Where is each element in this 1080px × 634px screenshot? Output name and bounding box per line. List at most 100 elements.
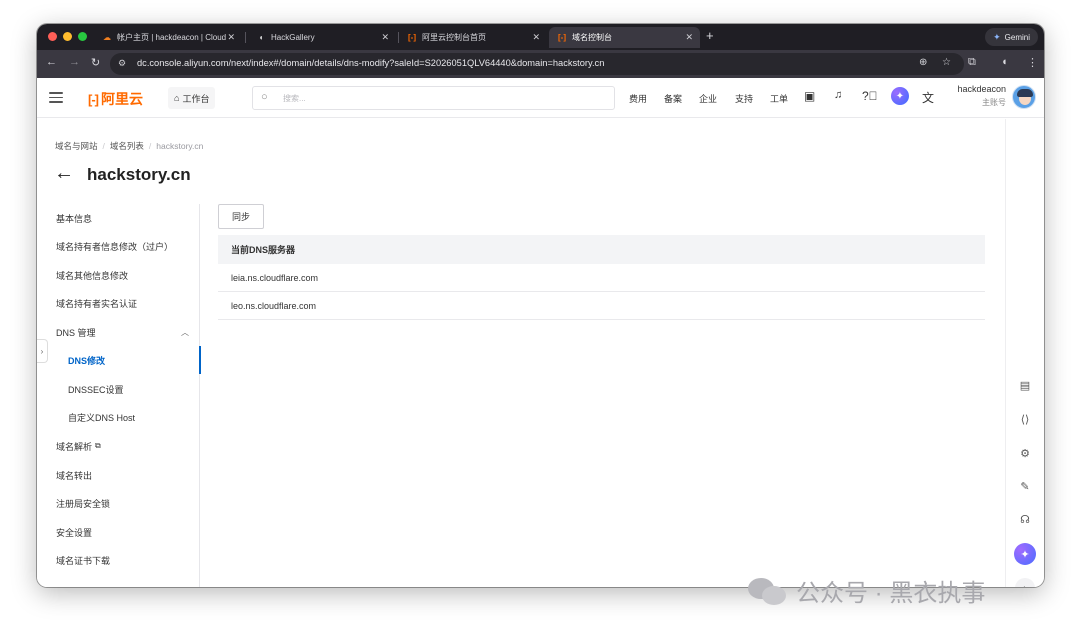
nav-tickets[interactable]: 工单 <box>770 92 788 105</box>
bell-icon[interactable]: ♫ <box>834 89 842 101</box>
url-text[interactable]: dc.console.aliyun.com/next/index#/domain… <box>137 58 604 68</box>
tab-strip: ☁ 帐户主页 | hackdeacon | Cloud ✕ ◖ HackGall… <box>37 24 1044 50</box>
close-tab-icon[interactable]: ✕ <box>227 32 235 43</box>
sidebar-item-label: 域名其他信息修改 <box>56 270 129 281</box>
address-bar[interactable]: ⚙ dc.console.aliyun.com/next/index#/doma… <box>110 53 964 75</box>
language-icon[interactable]: 文 <box>922 89 934 106</box>
chevron-right-icon[interactable]: › <box>1015 578 1035 587</box>
zoom-window-button[interactable] <box>78 32 87 41</box>
chevron-up-icon: ︿ <box>181 327 189 337</box>
user-info[interactable]: hackdeacon 主账号 <box>957 84 1006 108</box>
tab-hackgallery[interactable]: ◖ HackGallery ✕ <box>248 27 396 48</box>
sidebar-item-basic-info[interactable]: 基本信息 <box>37 204 200 232</box>
sync-button[interactable]: 同步 <box>218 204 264 229</box>
table-row: leia.ns.cloudflare.com <box>218 264 985 292</box>
sidebar-item-label: 域名解析 <box>56 441 93 452</box>
table-row: leo.ns.cloudflare.com <box>218 292 985 320</box>
nav-icp-filing[interactable]: 备案 <box>664 92 682 105</box>
tab-domain-console[interactable]: [-] 域名控制台 ✕ <box>549 27 700 48</box>
home-icon: ⌂ <box>174 93 180 103</box>
ai-assistant-icon[interactable]: ✦ <box>1014 543 1036 565</box>
watermark-text: 公众号 · 黑衣执事 <box>796 580 986 607</box>
sidebar-item-real-name[interactable]: 域名持有者实名认证 <box>37 289 200 317</box>
menu-hamburger-icon[interactable] <box>49 92 63 103</box>
close-tab-icon[interactable]: ✕ <box>685 32 693 43</box>
back-arrow-icon[interactable]: ← <box>54 163 74 183</box>
tab-aliyun-home[interactable]: [-] 阿里云控制台首页 ✕ <box>399 27 547 48</box>
sidebar-item-dns-resolve[interactable]: 域名解析 ⧉ <box>37 432 200 460</box>
cloudflare-icon: ☁ <box>103 33 111 42</box>
settings-gear-icon[interactable]: ⚙ <box>1018 446 1032 460</box>
zoom-icon[interactable]: ⊕ <box>919 57 927 68</box>
user-role: 主账号 <box>982 98 1006 107</box>
close-tab-icon[interactable]: ✕ <box>381 32 389 43</box>
sidebar-item-dns-management[interactable]: DNS 管理 ︿ <box>37 318 200 346</box>
new-tab-button[interactable]: + <box>706 28 714 43</box>
bookmark-star-icon[interactable]: ☆ <box>942 57 951 68</box>
console-search-input[interactable]: ○ 搜索... <box>252 86 615 110</box>
customer-service-icon[interactable]: ☊ <box>1018 512 1032 526</box>
sidebar-item-transfer-out[interactable]: 域名转出 <box>37 461 200 489</box>
watermark: 公众号 · 黑衣执事 <box>748 573 985 608</box>
workbench-button[interactable]: ⌂ 工作台 <box>168 87 216 109</box>
tab-title: HackGallery <box>271 33 315 42</box>
document-icon[interactable]: ▤ <box>1018 378 1032 392</box>
browser-menu-icon[interactable]: ⋮ <box>1027 56 1038 69</box>
gallery-icon: ◖ <box>258 33 264 42</box>
tab-cloudflare-account[interactable]: ☁ 帐户主页 | hackdeacon | Cloud ✕ <box>94 27 242 48</box>
help-icon[interactable]: ?⃝ <box>862 89 878 103</box>
sidebar-item-label: 注册局安全锁 <box>56 498 111 509</box>
console-header: [-] 阿里云 ⌂ 工作台 ○ 搜索... 费用 备案 企业 支持 工单 ▣ ♫… <box>37 78 1044 118</box>
close-tab-icon[interactable]: ✕ <box>532 32 540 43</box>
sidebar-item-dns-modify[interactable]: DNS修改 <box>37 346 201 374</box>
expand-panel-chevron-icon[interactable]: › <box>37 339 48 363</box>
avatar[interactable] <box>1012 85 1036 109</box>
breadcrumb-domains-websites[interactable]: 域名与网站 <box>55 141 98 151</box>
user-name: hackdeacon <box>957 84 1006 94</box>
nav-billing[interactable]: 费用 <box>629 92 647 105</box>
aliyun-icon: [-] <box>408 33 416 42</box>
close-window-button[interactable] <box>48 32 57 41</box>
address-toolbar: ← → ↻ ⚙ dc.console.aliyun.com/next/index… <box>37 50 1044 78</box>
extensions-icon[interactable]: ⧉ <box>968 56 976 69</box>
sidebar-item-dnssec[interactable]: DNSSEC设置 <box>37 375 200 403</box>
sidebar-item-cert-download[interactable]: 域名证书下载 <box>37 546 200 574</box>
sidebar-item-custom-dns-host[interactable]: 自定义DNS Host <box>37 403 200 431</box>
forward-button-icon[interactable]: → <box>69 56 80 68</box>
sidebar-item-label: 域名转出 <box>56 470 93 481</box>
sidebar-item-label: 域名持有者信息修改（过户） <box>56 241 174 252</box>
sidebar-item-label: DNS 管理 <box>56 327 96 338</box>
gemini-button[interactable]: ✦ Gemini <box>985 28 1038 46</box>
external-link-icon: ⧉ <box>95 441 101 450</box>
api-code-icon[interactable]: ⟨⟩ <box>1018 412 1032 426</box>
nav-support[interactable]: 支持 <box>735 92 753 105</box>
workbench-label: 工作台 <box>182 93 210 104</box>
sidebar-nav: 基本信息 域名持有者信息修改（过户） 域名其他信息修改 域名持有者实名认证 DN… <box>37 204 201 587</box>
tab-title: 阿里云控制台首页 <box>422 33 486 42</box>
sidebar-item-label: DNSSEC设置 <box>68 384 124 395</box>
aliyun-logo[interactable]: [-] 阿里云 <box>88 89 143 109</box>
site-settings-icon[interactable]: ⚙ <box>118 58 126 69</box>
tab-title: 帐户主页 | hackdeacon | Cloud <box>117 33 227 42</box>
sidebar-item-label: 自定义DNS Host <box>68 412 136 423</box>
gemini-label: Gemini <box>1004 32 1030 42</box>
sidebar-item-label: 域名持有者实名认证 <box>56 298 138 309</box>
breadcrumb: 域名与网站 / 域名列表 / hackstory.cn <box>55 141 204 151</box>
ai-assistant-icon[interactable]: ✦ <box>891 87 909 105</box>
sidebar-item-label: 安全设置 <box>56 527 93 538</box>
back-button-icon[interactable]: ← <box>46 56 57 68</box>
terminal-icon[interactable]: ▣ <box>804 89 815 103</box>
nav-enterprise[interactable]: 企业 <box>699 92 717 105</box>
breadcrumb-domain-list[interactable]: 域名列表 <box>110 141 144 151</box>
minimize-window-button[interactable] <box>63 32 72 41</box>
sidebar-item-security-settings[interactable]: 安全设置 <box>37 518 200 546</box>
sidebar-item-registry-lock[interactable]: 注册局安全锁 <box>37 489 200 517</box>
sidebar-item-holder-transfer[interactable]: 域名持有者信息修改（过户） <box>37 232 200 260</box>
sidebar-item-other-info[interactable]: 域名其他信息修改 <box>37 261 200 289</box>
edit-pencil-icon[interactable]: ✎ <box>1018 479 1032 493</box>
tab-title: 域名控制台 <box>572 33 612 42</box>
profile-extension-icon[interactable]: ◖ <box>1001 56 1008 68</box>
browser-window: ☁ 帐户主页 | hackdeacon | Cloud ✕ ◖ HackGall… <box>37 24 1044 587</box>
reload-icon[interactable]: ↻ <box>91 56 100 69</box>
sidebar-item-label: 域名证书下载 <box>56 555 111 566</box>
